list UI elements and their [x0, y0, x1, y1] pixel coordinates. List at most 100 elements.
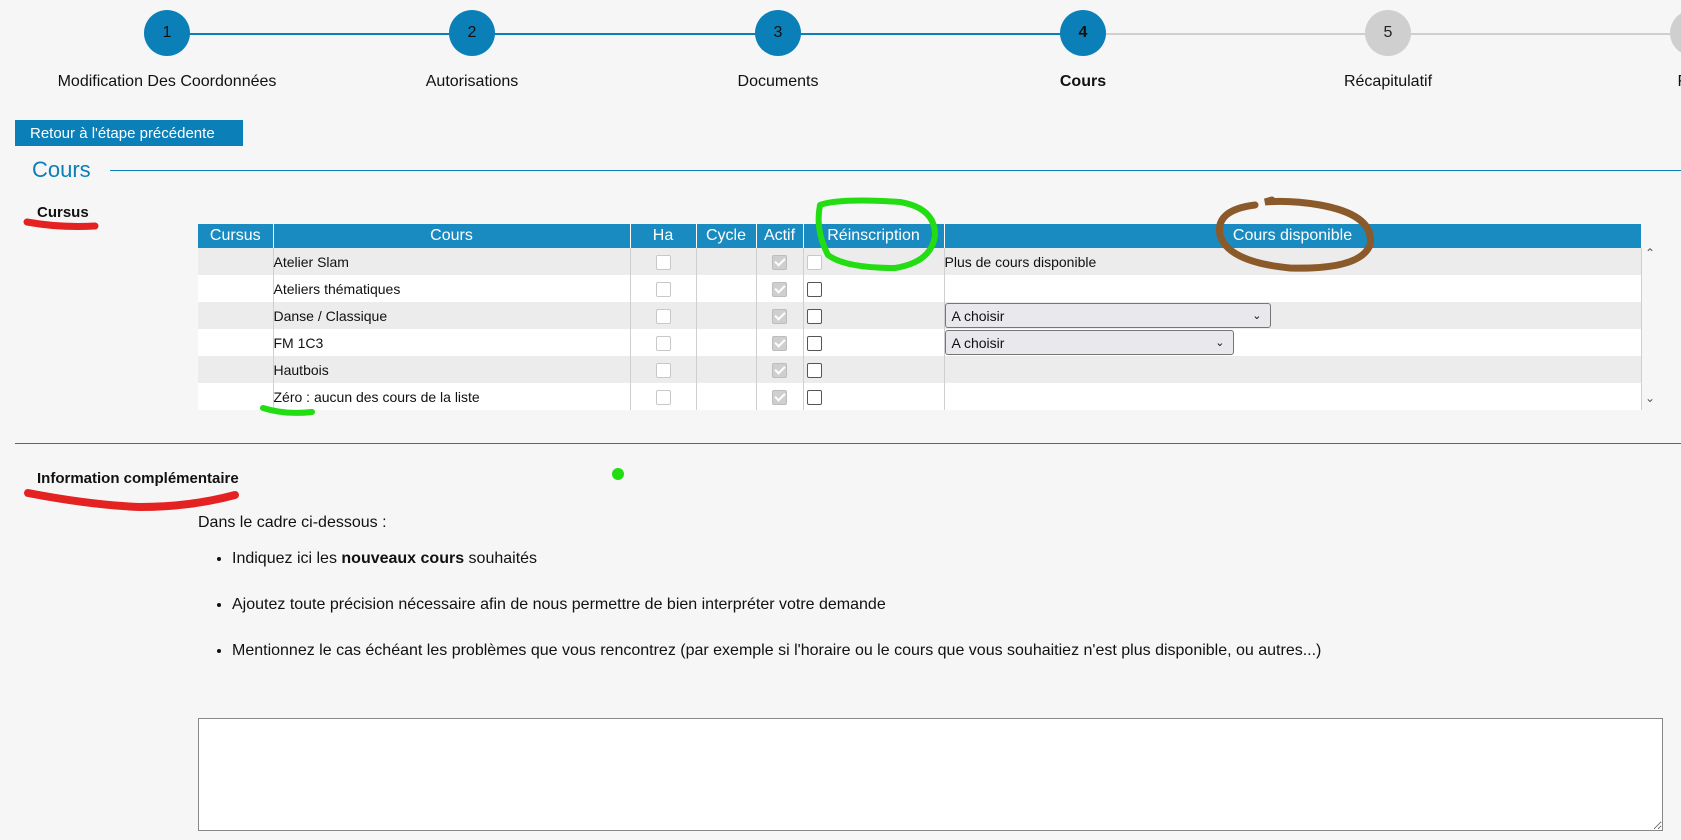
table-row: Ateliers thématiques: [198, 275, 1642, 302]
reinscription-cell: [803, 356, 945, 383]
annotation-overlay: [23, 196, 1374, 512]
column-header-reinscription[interactable]: Réinscription: [803, 224, 945, 248]
table-header-row: Cursus Cours Ha Cycle Actif Réinscriptio…: [198, 224, 1642, 248]
step-number: 3: [755, 10, 801, 56]
ha-checkbox: [655, 362, 671, 378]
step-label: Récapitulatif: [1343, 73, 1433, 90]
step-number: 5: [1365, 10, 1411, 56]
chevron-down-icon: ⌄: [1215, 337, 1225, 349]
step-number: 1: [144, 10, 190, 56]
list-item: Indiquez ici les nouveaux cours souhaité…: [232, 548, 1321, 569]
select-value: A choisir: [951, 334, 1005, 351]
ha-cell: [630, 275, 697, 302]
actif-cell: [756, 383, 804, 410]
column-header-cursus[interactable]: Cursus: [198, 224, 274, 248]
column-header-cours-disponible[interactable]: Cours disponible: [944, 224, 1642, 248]
cours-cell: Danse / Classique: [273, 302, 631, 329]
cycle-cell: [696, 329, 757, 356]
red-underline-info: [24, 489, 239, 512]
actif-checkbox: [772, 335, 787, 351]
additional-info-textarea[interactable]: [198, 718, 1663, 831]
table-row: FM 1C3 A choisir ⌄: [198, 329, 1642, 356]
instructions-list: Indiquez ici les nouveaux cours souhaité…: [210, 548, 1321, 686]
cursus-cell: [198, 302, 274, 329]
list-item: Mentionnez le cas échéant les problèmes …: [232, 640, 1321, 661]
section-divider: [15, 443, 1681, 444]
table-row: Hautbois: [198, 356, 1642, 383]
green-dot: [612, 468, 624, 480]
reinscription-checkbox[interactable]: [806, 389, 822, 405]
red-underline-cursus: [23, 218, 99, 230]
actif-cell: [756, 329, 804, 356]
column-header-cycle[interactable]: Cycle: [696, 224, 757, 248]
table-row: Zéro : aucun des cours de la liste: [198, 383, 1642, 410]
cycle-cell: [696, 275, 757, 302]
column-header-actif[interactable]: Actif: [756, 224, 804, 248]
step-number: 2: [449, 10, 495, 56]
actif-checkbox: [772, 254, 787, 270]
cycle-cell: [696, 302, 757, 329]
course-select[interactable]: A choisir ⌄: [944, 303, 1271, 328]
reinscription-cell: [803, 383, 945, 410]
step-3: 3 Documents: [628, 10, 928, 91]
cursus-cell: [198, 248, 274, 275]
step-6: Fina: [1543, 10, 1681, 91]
cursus-cell: [198, 275, 274, 302]
table-scrollbar[interactable]: ⌃ ⌄: [1643, 246, 1659, 411]
cursus-cell: [198, 356, 274, 383]
ha-checkbox: [655, 389, 671, 405]
step-5: 5 Récapitulatif: [1238, 10, 1538, 91]
actif-checkbox: [772, 389, 787, 405]
cursus-cell: [198, 329, 274, 356]
step-number: [1670, 10, 1681, 56]
previous-step-button[interactable]: Retour à l'étape précédente: [15, 120, 243, 146]
reinscription-cell: [803, 275, 945, 302]
cours-disponible-cell: A choisir ⌄: [944, 329, 1642, 356]
cours-disponible-cell: A choisir ⌄: [944, 302, 1642, 329]
course-select[interactable]: A choisir ⌄: [944, 330, 1234, 355]
reinscription-checkbox[interactable]: [806, 335, 822, 351]
ha-cell: [630, 302, 697, 329]
ha-cell: [630, 248, 697, 275]
courses-table: Cursus Cours Ha Cycle Actif Réinscriptio…: [198, 224, 1642, 410]
column-header-ha[interactable]: Ha: [630, 224, 697, 248]
step-label: Autorisations: [425, 73, 519, 90]
actif-cell: [756, 248, 804, 275]
cycle-cell: [696, 356, 757, 383]
cours-cell: Hautbois: [273, 356, 631, 383]
bullet-text: Indiquez ici les: [232, 550, 342, 567]
ha-cell: [630, 329, 697, 356]
actif-cell: [756, 275, 804, 302]
bullet-emphasis: nouveaux cours: [341, 550, 465, 567]
reinscription-checkbox[interactable]: [806, 308, 822, 324]
step-4: 4 Cours: [933, 10, 1233, 91]
list-item: Ajoutez toute précision nécessaire afin …: [232, 594, 1321, 615]
step-label: Documents: [737, 73, 819, 90]
progress-stepper: 1 Modification Des Coordonnées 2 Autoris…: [0, 0, 1681, 100]
title-divider: [110, 170, 1681, 171]
reinscription-checkbox[interactable]: [806, 362, 822, 378]
step-label: Cours: [1059, 73, 1107, 90]
cours-disponible-cell: [944, 275, 1642, 302]
scroll-up-icon[interactable]: ⌃: [1645, 246, 1655, 260]
step-label: Fina: [1543, 73, 1681, 91]
column-header-cours[interactable]: Cours: [273, 224, 631, 248]
info-title: Information complémentaire: [37, 470, 239, 487]
step-label: Modification Des Coordonnées: [57, 73, 277, 90]
reinscription-checkbox[interactable]: [806, 281, 822, 297]
ha-checkbox: [655, 335, 671, 351]
ha-checkbox: [655, 308, 671, 324]
cours-cell: Ateliers thématiques: [273, 275, 631, 302]
ha-cell: [630, 383, 697, 410]
step-number: 4: [1060, 10, 1106, 56]
reinscription-cell: [803, 302, 945, 329]
cours-disponible-cell: Plus de cours disponible: [944, 248, 1642, 275]
cours-disponible-cell: [944, 383, 1642, 410]
cursus-label: Cursus: [37, 204, 89, 221]
chevron-down-icon: ⌄: [1252, 310, 1262, 322]
actif-cell: [756, 356, 804, 383]
ha-checkbox: [655, 281, 671, 297]
step-2: 2 Autorisations: [322, 10, 622, 91]
scroll-down-icon[interactable]: ⌄: [1645, 391, 1655, 405]
cycle-cell: [696, 248, 757, 275]
